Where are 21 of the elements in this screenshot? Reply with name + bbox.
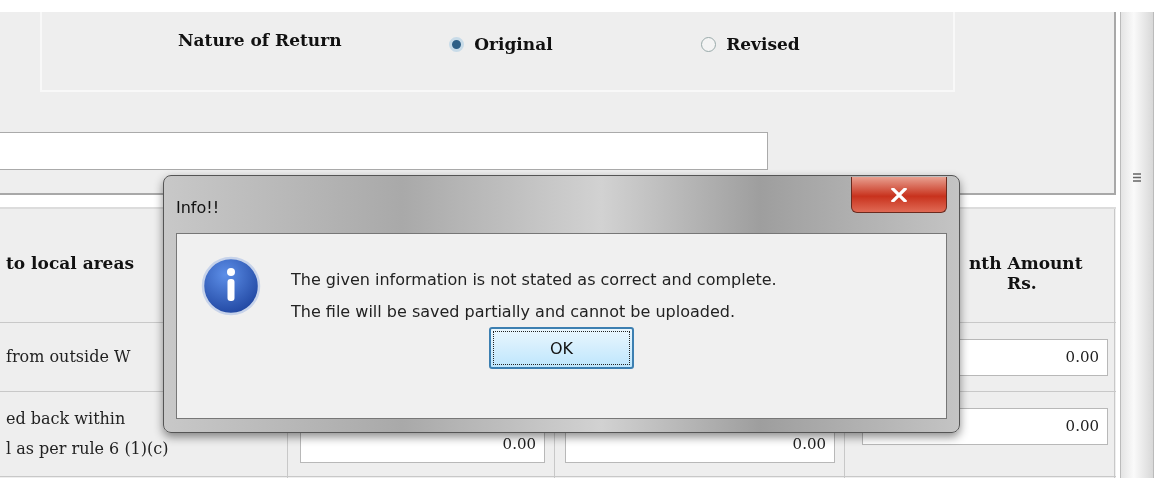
close-button[interactable] <box>851 177 947 213</box>
info-icon <box>201 256 261 316</box>
dialog-title: Info!! <box>176 198 220 217</box>
text-field[interactable] <box>0 132 768 170</box>
row-label: ed back within <box>6 408 127 430</box>
column-header: nth Amount <box>969 253 1083 273</box>
radio-option[interactable]: Original <box>449 34 702 54</box>
radio-option[interactable]: Revised <box>701 34 953 54</box>
scrollbar[interactable] <box>1120 12 1154 478</box>
radio-button[interactable] <box>449 36 465 52</box>
radio-button[interactable] <box>701 36 717 52</box>
column-header: to local areas <box>6 253 135 273</box>
dialog-message: The given information is not stated as correct and complete. <box>291 270 777 289</box>
dialog-message: The file will be saved partially and cannot be uploaded. <box>291 302 736 321</box>
row-label: from outside W <box>6 346 132 368</box>
close-icon <box>891 187 907 202</box>
ok-button[interactable]: OK <box>489 327 634 369</box>
field-label: Nature of Return <box>178 30 343 50</box>
row-label: l as per rule 6 (1)(c) <box>6 438 170 460</box>
column-header: Rs. <box>1007 273 1037 293</box>
grip-icon[interactable] <box>1132 173 1142 182</box>
